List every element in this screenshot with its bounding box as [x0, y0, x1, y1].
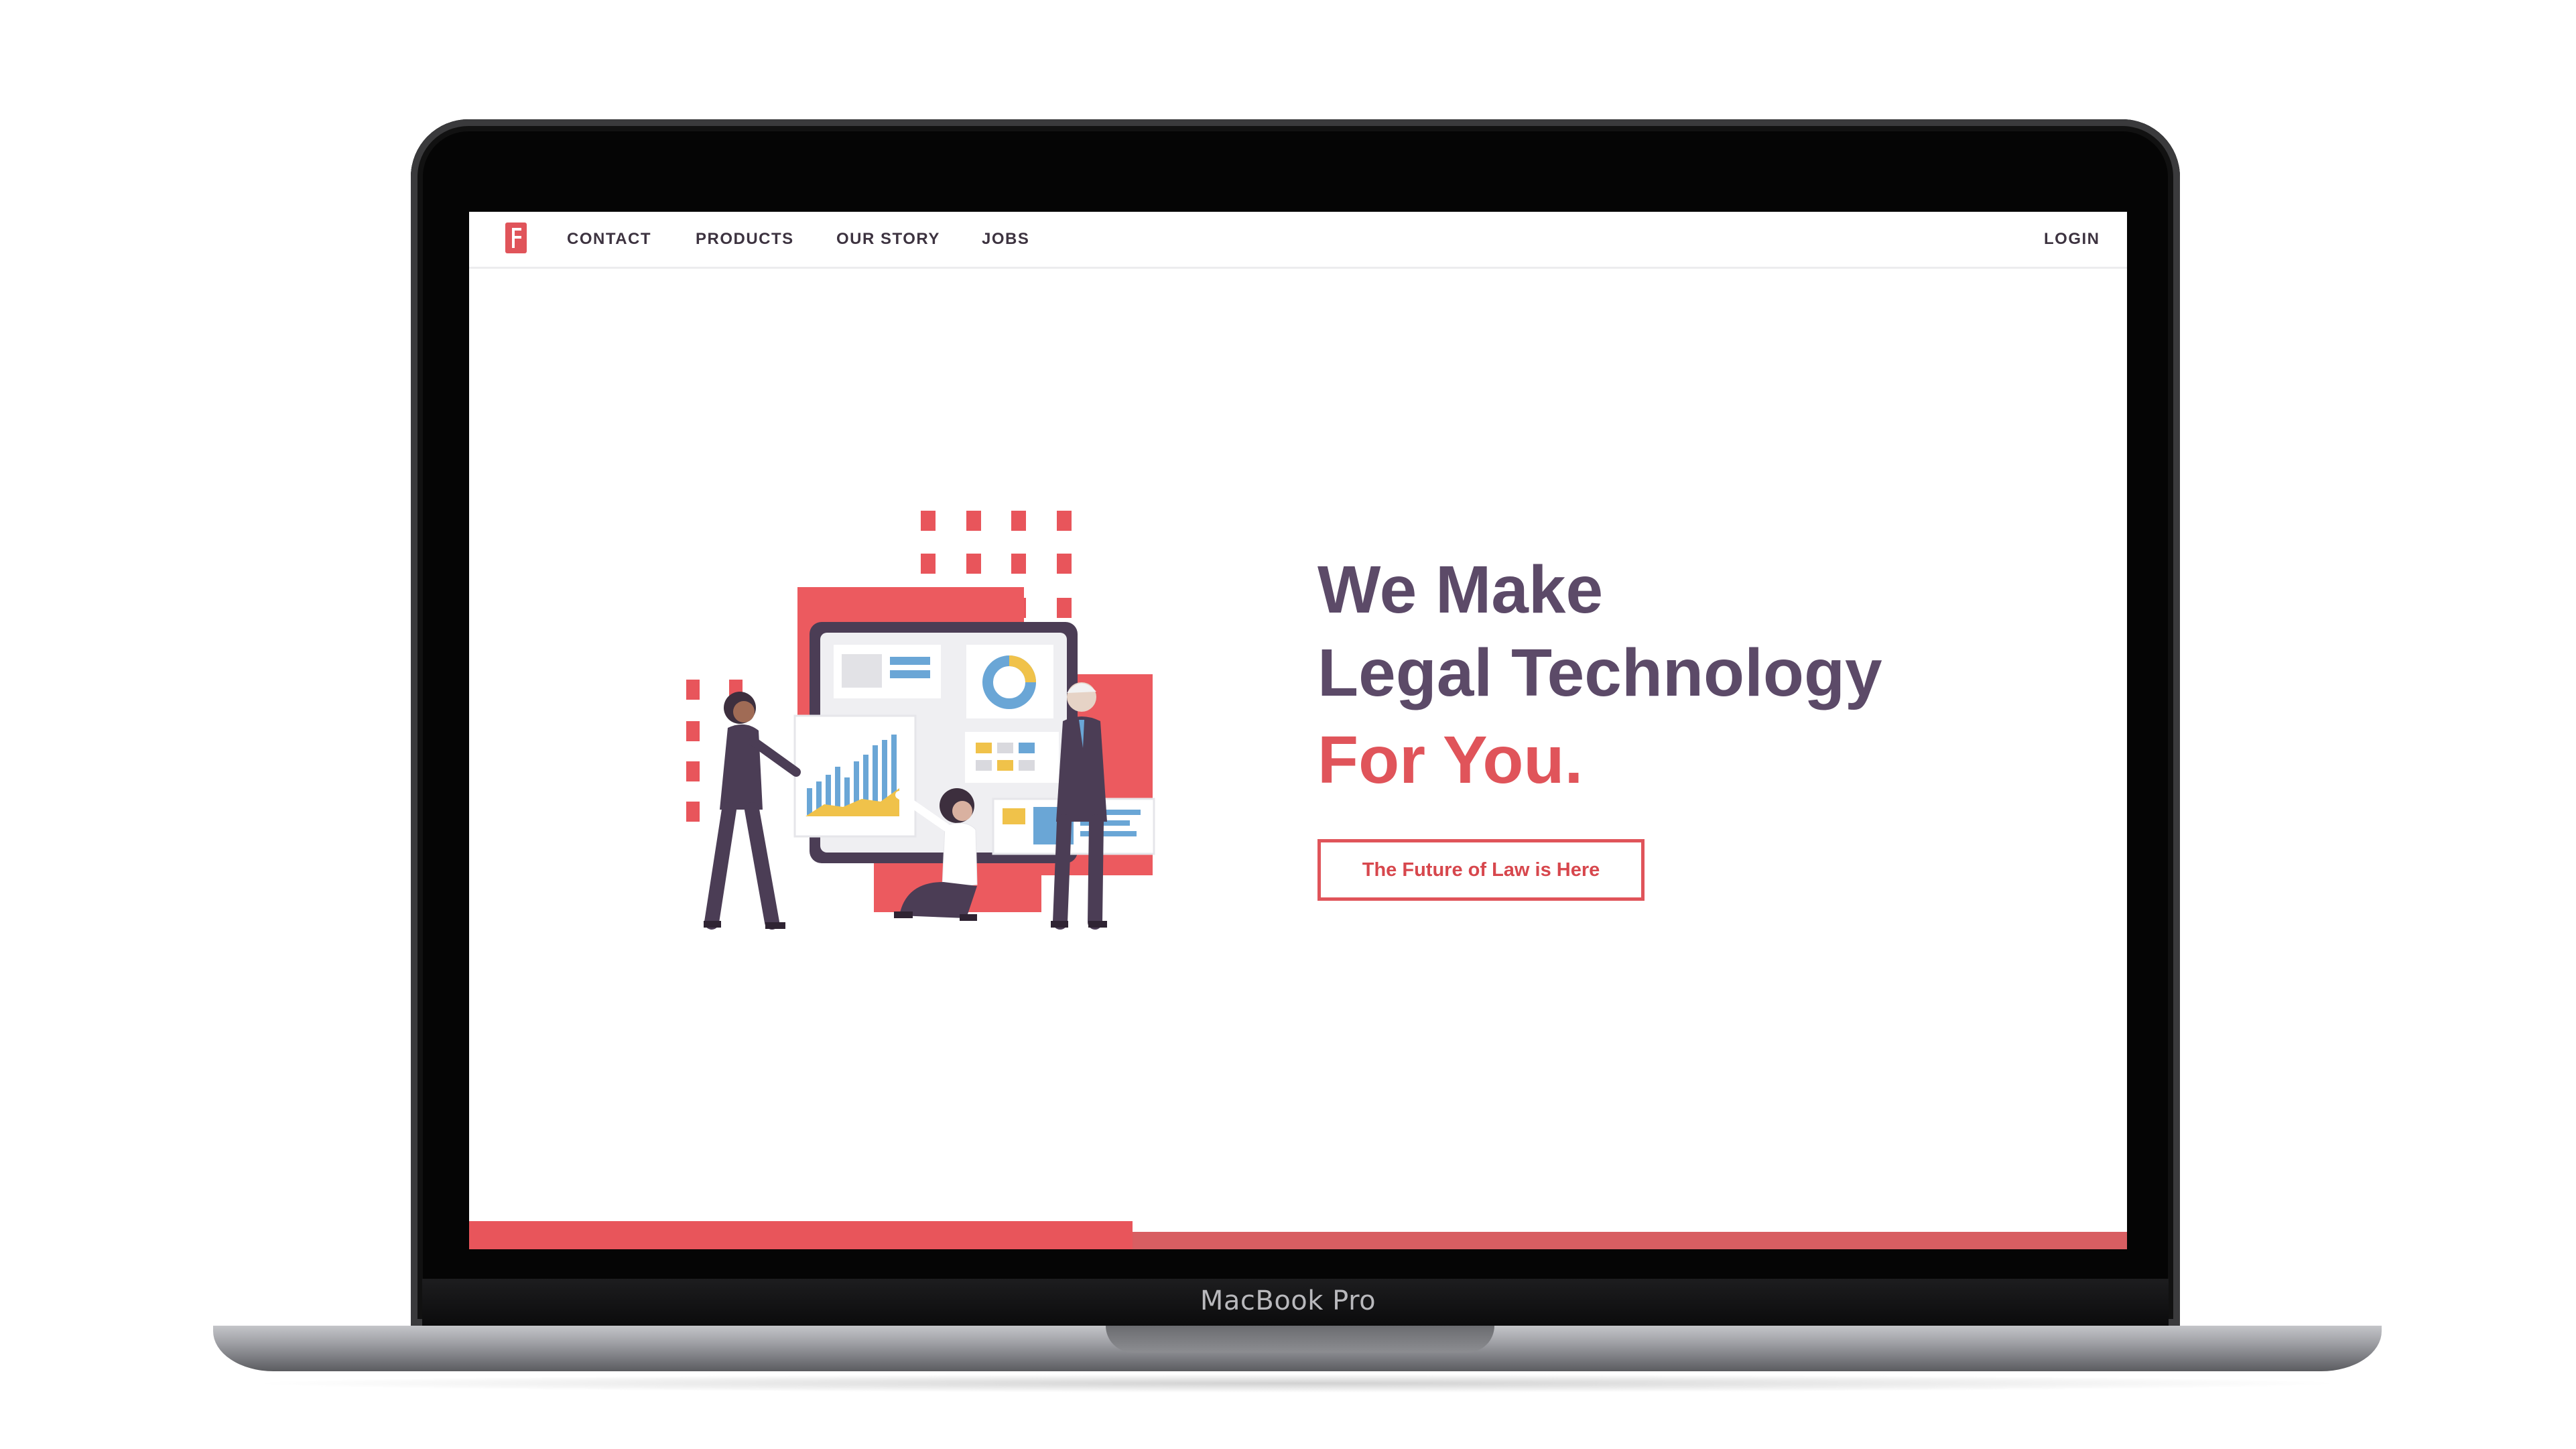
laptop-shadow: [241, 1374, 2352, 1393]
nav-contact[interactable]: CONTACT: [567, 230, 651, 249]
headline-line-3: For You.: [1317, 722, 1584, 798]
headline-line-1: We Make: [1317, 552, 1604, 627]
headline-line-2: Legal Technology: [1317, 635, 1882, 710]
browser-screen: CONTACT PRODUCTS OUR STORY JOBS LOGIN We…: [469, 212, 2127, 1249]
footer-accent-bar-left: [469, 1221, 1133, 1249]
laptop-base-notch: [1106, 1326, 1494, 1352]
firm-logo-icon[interactable]: [505, 223, 527, 253]
future-of-law-button[interactable]: The Future of Law is Here: [1317, 839, 1645, 901]
footer-accent-bar-right: [1133, 1232, 2127, 1249]
nav-our-story[interactable]: OUR STORY: [836, 230, 940, 249]
device-label: MacBook Pro: [1200, 1285, 1376, 1316]
nav-login[interactable]: LOGIN: [2044, 230, 2100, 249]
team-presenting-dashboard-illustration: [686, 511, 1155, 930]
top-navigation: CONTACT PRODUCTS OUR STORY JOBS LOGIN: [469, 212, 2127, 269]
nav-products[interactable]: PRODUCTS: [696, 230, 794, 249]
person-left-figure: [704, 692, 801, 930]
nav-jobs[interactable]: JOBS: [982, 230, 1029, 249]
hero-headline: We Make Legal Technology For You.: [1317, 548, 1882, 802]
